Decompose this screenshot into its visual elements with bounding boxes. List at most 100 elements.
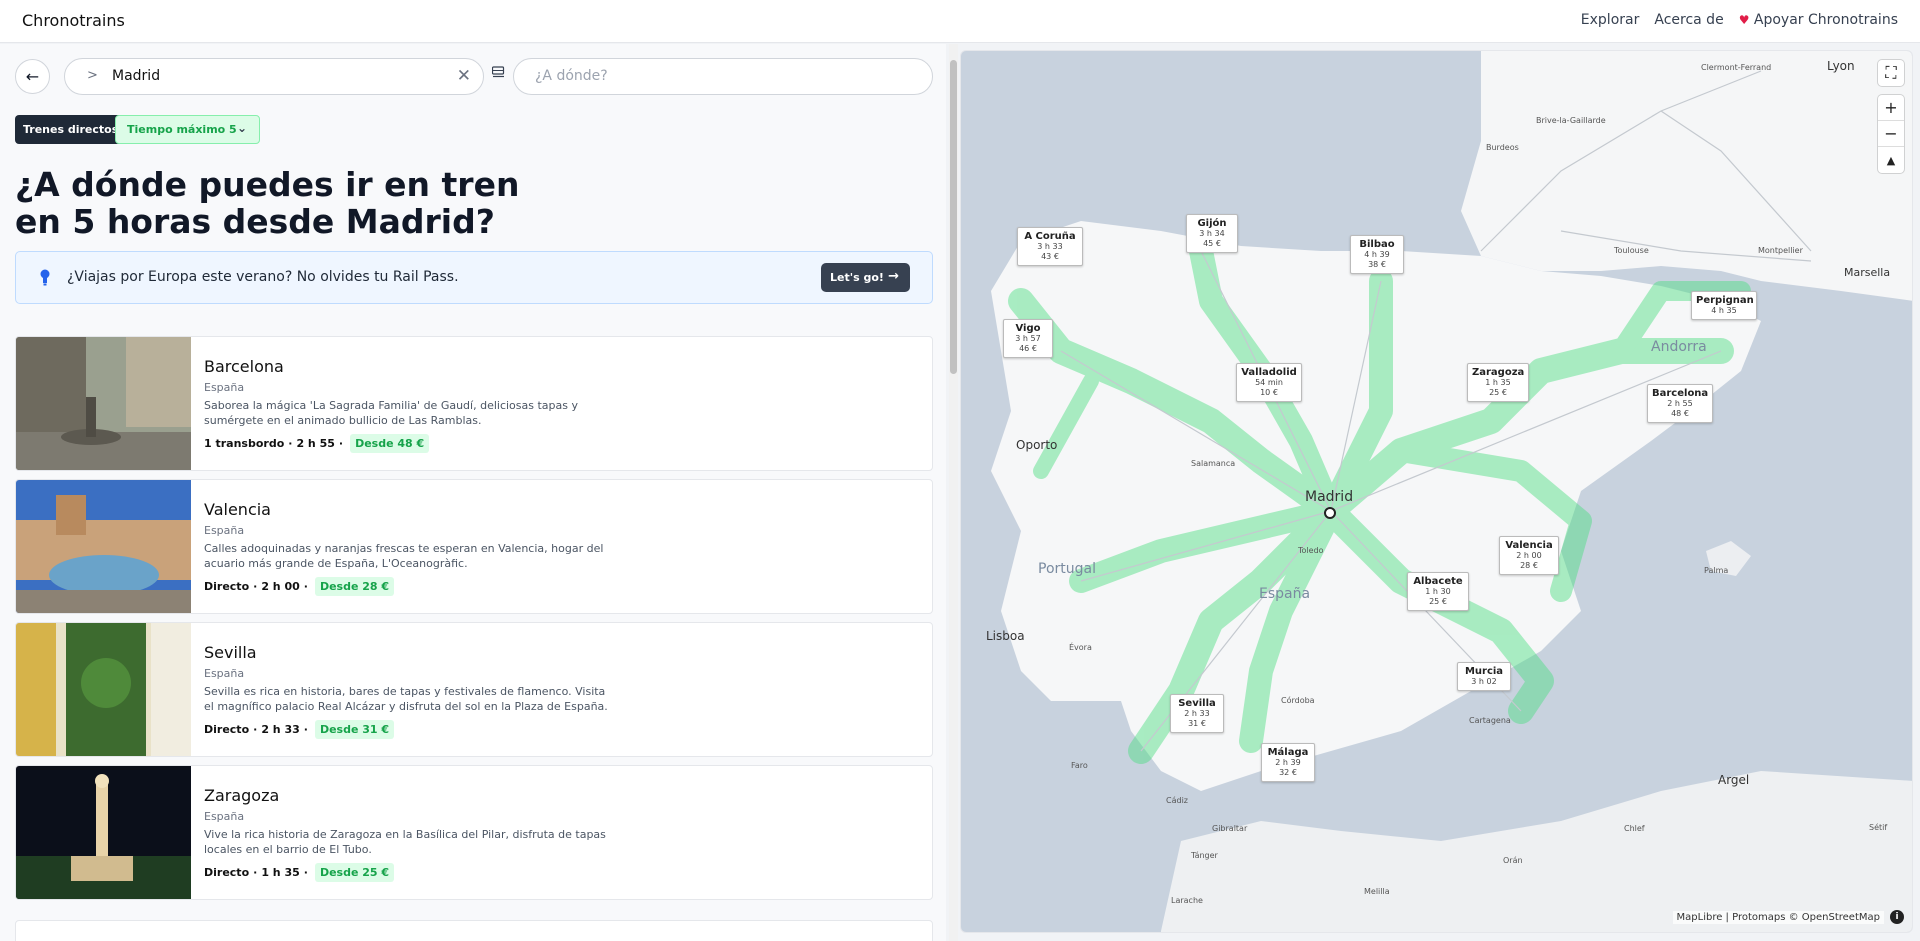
destination-description: Saborea la mágica 'La Sagrada Familia' d… — [204, 399, 578, 427]
place-label: Toledo — [1298, 546, 1324, 555]
fullscreen-icon[interactable]: ⛶ — [1878, 60, 1904, 86]
sevilla-photo — [16, 623, 191, 756]
page-title: ¿A dónde puedes ir en tren en 5 horas de… — [15, 165, 520, 241]
trip-meta: 1 transbordo · 2 h 55 · Desde 48 € — [204, 434, 430, 453]
city-callout-valencia[interactable]: Valencia 2 h 00 28 € — [1499, 536, 1559, 575]
rail-pass-banner: ¿Viajas por Europa este verano? No olvid… — [15, 251, 933, 304]
city-callout-zaragoza[interactable]: Zaragoza 1 h 35 25 € — [1467, 363, 1529, 402]
lightbulb-icon — [40, 269, 50, 286]
duration: 2 h 00 — [261, 580, 300, 593]
scrollbar-thumb[interactable] — [950, 60, 957, 374]
destination-country: España — [204, 381, 245, 394]
city-callout-sevilla[interactable]: Sevilla 2 h 33 31 € — [1170, 694, 1224, 733]
destination-card-next[interactable] — [15, 920, 933, 941]
map-attribution[interactable]: MapLibre | Protomaps © OpenStreetMap — [1672, 911, 1884, 924]
destination-card-sevilla[interactable]: Sevilla España Sevilla es rica en histor… — [15, 622, 933, 757]
chevron-right-icon: > — [87, 68, 98, 83]
city-callout-valladolid[interactable]: Valladolid 54 min 10 € — [1236, 363, 1302, 402]
nav-about[interactable]: Acerca de — [1654, 12, 1723, 28]
place-label: Évora — [1069, 643, 1092, 652]
place-label: Tánger — [1191, 851, 1218, 860]
place-label: Cádiz — [1166, 796, 1188, 805]
nav-support[interactable]: ♥ Apoyar Chronotrains — [1739, 12, 1898, 28]
destination-country: España — [204, 524, 245, 537]
destination-card-valencia[interactable]: Valencia España Calles adoquinadas y nar… — [15, 479, 933, 614]
place-label: Palma — [1704, 566, 1729, 575]
promo-text: ¿Viajas por Europa este verano? No olvid… — [67, 269, 459, 285]
city-callout-albacete[interactable]: Albacete 1 h 30 25 € — [1407, 572, 1469, 611]
city-callout-bilbao[interactable]: Bilbao 4 h 39 38 € — [1350, 235, 1404, 274]
destination-country: España — [204, 667, 245, 680]
destination-name: Valencia — [204, 500, 271, 519]
main-nav: Explorar Acerca de ♥ Apoyar Chronotrains — [1581, 12, 1898, 28]
city-callout-gijon[interactable]: Gijón 3 h 34 45 € — [1186, 214, 1238, 253]
close-icon[interactable]: ✕ — [457, 66, 471, 86]
transfers: 1 transbordo — [204, 437, 285, 450]
region-label-andorra: Andorra — [1651, 339, 1707, 355]
place-label: Larache — [1171, 896, 1203, 905]
france-land — [1461, 51, 1912, 301]
place-label: Argel — [1718, 773, 1750, 787]
barcelona-photo — [16, 337, 191, 470]
price-badge: Desde 48 € — [350, 434, 430, 453]
price-badge: Desde 28 € — [314, 577, 395, 596]
zoom-in-button[interactable]: + — [1878, 95, 1904, 121]
compass-button[interactable]: ▲ — [1878, 147, 1904, 173]
chevron-down-icon: ⌄ — [236, 121, 247, 135]
max-time-filter[interactable]: Tiempo máximo 5 ⌄ — [115, 115, 260, 144]
nav-explore[interactable]: Explorar — [1581, 12, 1640, 28]
lets-go-button[interactable]: Let's go! → — [821, 263, 910, 292]
map-canvas[interactable] — [961, 51, 1913, 933]
place-label: Toulouse — [1614, 246, 1649, 255]
train-icon — [492, 66, 505, 78]
trip-meta: Directo · 2 h 00 · Desde 28 € — [204, 577, 395, 596]
place-label: Clermont-Ferrand — [1701, 63, 1772, 72]
zoom-out-button[interactable]: − — [1878, 121, 1904, 147]
place-label: Montpellier — [1758, 246, 1803, 255]
city-callout-a-coruna[interactable]: A Coruña 3 h 33 43 € — [1017, 227, 1083, 266]
origin-marker — [1324, 507, 1336, 519]
results-panel: ← > Madrid ✕ ¿A dónde? Trenes directos T… — [0, 44, 946, 941]
zaragoza-photo — [16, 766, 191, 899]
price-badge: Desde 25 € — [314, 863, 395, 882]
brand-logo[interactable]: Chronotrains — [22, 11, 125, 30]
duration: 2 h 33 — [261, 723, 300, 736]
city-callout-malaga[interactable]: Málaga 2 h 39 32 € — [1261, 743, 1315, 782]
lets-go-label: Let's go! — [830, 271, 884, 284]
origin-search-input[interactable]: > Madrid ✕ — [64, 58, 484, 95]
arrow-left-icon: ← — [25, 67, 40, 86]
isochrone-map[interactable]: Madrid España Portugal Andorra Oporto Li… — [960, 50, 1913, 933]
city-callout-perpignan[interactable]: Perpignan 4 h 35 — [1691, 291, 1757, 320]
transfers: Directo — [204, 723, 250, 736]
trip-meta: Directo · 1 h 35 · Desde 25 € — [204, 863, 395, 882]
fullscreen-control[interactable]: ⛶ — [1878, 60, 1904, 86]
destination-name: Zaragoza — [204, 786, 280, 805]
price-badge: Desde 31 € — [314, 720, 395, 739]
back-button[interactable]: ← — [15, 59, 50, 94]
destination-card-zaragoza[interactable]: Zaragoza España Vive la rica historia de… — [15, 765, 933, 900]
valencia-photo — [16, 480, 191, 613]
destination-placeholder: ¿A dónde? — [535, 68, 608, 84]
info-icon[interactable]: i — [1890, 910, 1904, 924]
place-label: Orán — [1503, 856, 1523, 865]
trip-meta: Directo · 2 h 33 · Desde 31 € — [204, 720, 395, 739]
destination-search-input[interactable]: ¿A dónde? — [513, 58, 933, 95]
place-label: Oporto — [1016, 438, 1058, 452]
place-label: Gibraltar — [1212, 824, 1248, 833]
nav-support-label: Apoyar Chronotrains — [1753, 12, 1898, 28]
city-callout-murcia[interactable]: Murcia 3 h 02 — [1457, 662, 1511, 691]
results-scrollbar[interactable] — [949, 44, 958, 941]
top-header: Chronotrains Explorar Acerca de ♥ Apoyar… — [0, 0, 1920, 43]
city-callout-vigo[interactable]: Vigo 3 h 57 46 € — [1003, 319, 1053, 358]
place-label: Cartagena — [1469, 716, 1511, 725]
place-label: Melilla — [1364, 887, 1390, 896]
destination-name: Barcelona — [204, 357, 284, 376]
destination-description: Sevilla es rica en historia, bares de ta… — [204, 685, 608, 713]
direct-trains-filter[interactable]: Trenes directos — [15, 115, 127, 144]
destination-card-barcelona[interactable]: Barcelona España Saborea la mágica 'La S… — [15, 336, 933, 471]
destination-country: España — [204, 810, 245, 823]
max-time-label: Tiempo máximo 5 — [127, 123, 237, 136]
place-label: Lisboa — [986, 629, 1025, 643]
place-label: Sétif — [1869, 823, 1888, 832]
city-callout-barcelona[interactable]: Barcelona 2 h 55 48 € — [1647, 384, 1713, 423]
